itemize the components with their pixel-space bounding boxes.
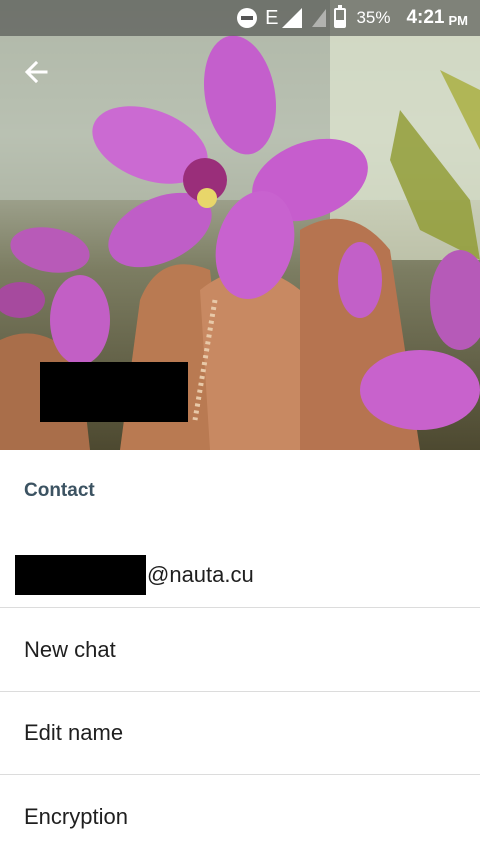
battery-percent: 35% <box>356 8 391 27</box>
signal-secondary-icon <box>312 9 327 27</box>
battery-level-fill <box>336 20 345 26</box>
encryption-label: Encryption <box>24 803 128 829</box>
edit-name-button[interactable]: Edit name <box>0 692 480 775</box>
contact-email-row[interactable]: @nauta.cu <box>0 542 480 608</box>
contact-details: Contact @nauta.cu New chat Edit name Enc… <box>0 450 480 854</box>
back-button[interactable] <box>22 58 62 98</box>
network-type: E <box>265 6 279 29</box>
battery-icon <box>334 5 347 28</box>
new-chat-label: New chat <box>24 637 116 662</box>
section-title-contact: Contact <box>24 480 95 501</box>
contact-name-redacted <box>40 362 188 422</box>
encryption-button[interactable]: Encryption <box>0 775 480 854</box>
new-chat-button[interactable]: New chat <box>0 609 480 692</box>
edit-name-label: Edit name <box>24 720 124 745</box>
clock-ampm: PM <box>448 12 469 28</box>
clock-time: 4:21 <box>406 7 445 28</box>
do-not-disturb-icon <box>237 8 258 28</box>
status-bar: E 35% 4:21 PM <box>0 0 480 36</box>
arrow-left-icon <box>24 60 48 84</box>
contact-profile-photo <box>0 0 480 450</box>
email-user-redacted <box>15 554 146 595</box>
signal-icon <box>282 8 303 28</box>
email-domain: @nauta.cu <box>147 561 254 587</box>
